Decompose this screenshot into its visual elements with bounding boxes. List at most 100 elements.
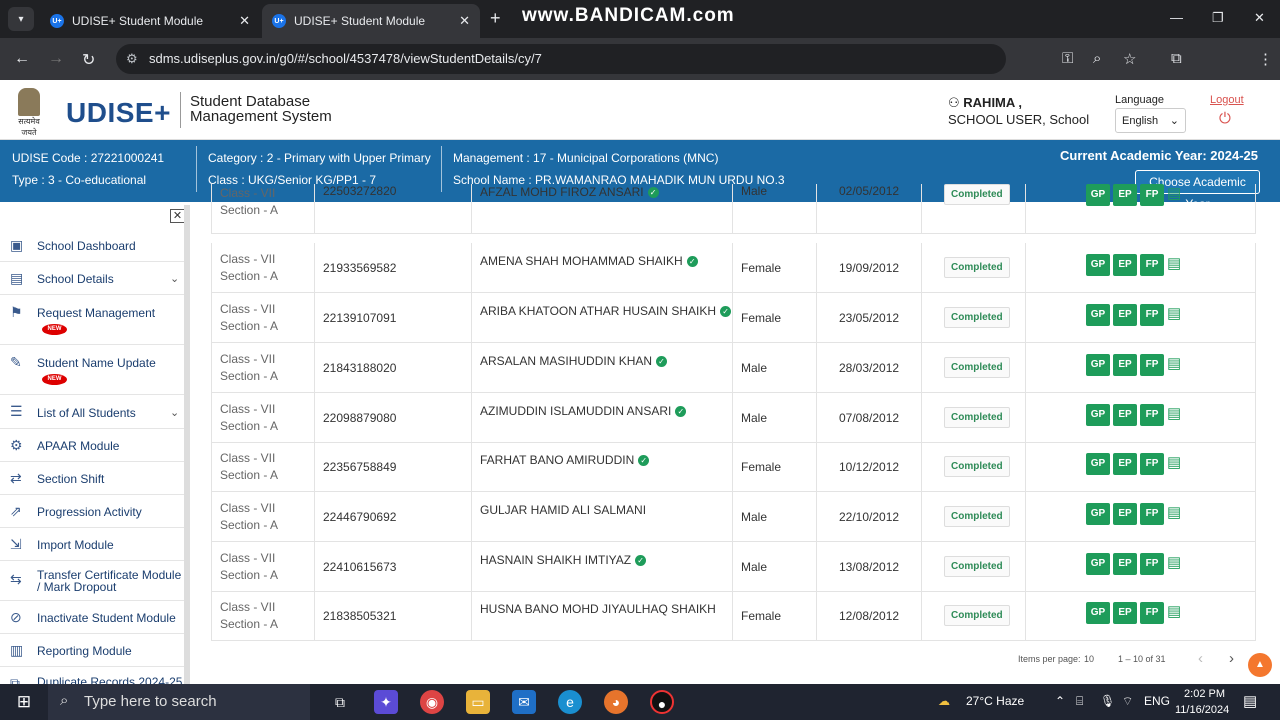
fp-button[interactable]: FP <box>1140 602 1164 624</box>
fp-button[interactable]: FP <box>1140 254 1164 276</box>
sidebar-item-reporting-module[interactable]: ▥ Reporting Module <box>0 634 184 667</box>
tab-close-icon[interactable]: ✕ <box>459 13 470 29</box>
ep-button[interactable]: EP <box>1113 404 1137 426</box>
document-view-icon[interactable]: ▤ <box>1167 503 1185 521</box>
ep-button[interactable]: EP <box>1113 304 1137 326</box>
url-field[interactable]: ⚙ sdms.udiseplus.gov.in/g0/#/school/4537… <box>116 44 1006 74</box>
pen-cell: 22446790692 <box>315 492 472 542</box>
gp-button[interactable]: GP <box>1086 404 1110 426</box>
gp-button[interactable]: GP <box>1086 354 1110 376</box>
wifi-icon[interactable]: ⌔ <box>1122 694 1133 709</box>
udise-logo[interactable]: UDISE+ <box>66 97 171 129</box>
ep-button[interactable]: EP <box>1113 553 1137 575</box>
restore-icon[interactable]: ❐ <box>1212 10 1224 26</box>
network-icon[interactable]: ⌸ <box>1076 694 1083 709</box>
ep-button[interactable]: EP <box>1113 254 1137 276</box>
gp-button[interactable]: GP <box>1086 184 1110 206</box>
gp-button[interactable]: GP <box>1086 602 1110 624</box>
document-view-icon[interactable]: ▤ <box>1167 184 1185 202</box>
power-icon[interactable]: ⏻ <box>1219 110 1231 127</box>
ep-button[interactable]: EP <box>1113 503 1137 525</box>
notifications-icon[interactable]: ▤ <box>1243 692 1257 710</box>
close-window-icon[interactable]: ✕ <box>1254 10 1265 26</box>
sidebar-item-progression-activity[interactable]: ⇗ Progression Activity <box>0 495 184 528</box>
fp-button[interactable]: FP <box>1140 304 1164 326</box>
sidebar-item-duplicate-records[interactable]: ⧉ Duplicate Records 2024-25 <box>0 667 184 685</box>
verified-check-icon: ✓ <box>686 256 698 267</box>
task-view-icon[interactable]: ⧉ <box>328 690 352 714</box>
next-page-icon[interactable]: › <box>1229 650 1234 667</box>
forward-icon[interactable]: → <box>48 50 64 68</box>
new-badge: NEW <box>42 374 67 385</box>
site-info-icon[interactable]: ⚙ <box>126 51 138 67</box>
fp-button[interactable]: FP <box>1140 404 1164 426</box>
microphone-icon[interactable]: 🎙 <box>1100 694 1115 708</box>
input-language[interactable]: ENG <box>1144 694 1170 708</box>
name-cell: HASNAIN SHAIKH IMTIYAZ ✓ <box>472 542 733 592</box>
sidebar-item-section-shift[interactable]: ⇄ Section Shift <box>0 462 184 495</box>
sidebar-item-transfer-certificate[interactable]: ⇆ Transfer Certificate Module / Mark Dro… <box>0 561 184 601</box>
sidebar-close-icon[interactable]: ✕ <box>170 209 184 223</box>
chrome-icon[interactable]: ◉ <box>420 690 444 714</box>
document-view-icon[interactable]: ▤ <box>1167 354 1185 372</box>
document-view-icon[interactable]: ▤ <box>1167 602 1185 620</box>
sidebar-item-student-name-update[interactable]: ✎ Student Name Update NEW <box>0 345 184 395</box>
ep-button[interactable]: EP <box>1113 184 1137 206</box>
star-icon[interactable]: ☆ <box>1123 50 1136 68</box>
weather-text[interactable]: 27°C Haze <box>966 694 1024 708</box>
gp-button[interactable]: GP <box>1086 453 1110 475</box>
chrome-menu-icon[interactable]: ⋮ <box>1258 50 1273 68</box>
sidebar-item-request-management[interactable]: ⚑ Request Management NEW <box>0 295 184 345</box>
language-select[interactable]: English ⌄ <box>1115 108 1186 133</box>
mail-icon[interactable]: ✉ <box>512 690 536 714</box>
gp-button[interactable]: GP <box>1086 553 1110 575</box>
back-icon[interactable]: ← <box>14 50 30 68</box>
ep-button[interactable]: EP <box>1113 453 1137 475</box>
document-view-icon[interactable]: ▤ <box>1167 304 1185 322</box>
new-tab-icon[interactable]: + <box>490 8 501 29</box>
sidebar-item-list-of-all-students[interactable]: ☰ List of All Students ⌄ <box>0 395 184 429</box>
sidebar-item-import-module[interactable]: ⇲ Import Module <box>0 528 184 561</box>
dob-cell: 28/03/2012 <box>817 343 922 393</box>
fp-button[interactable]: FP <box>1140 453 1164 475</box>
taskbar-search[interactable]: ⌕ Type here to search <box>48 684 310 720</box>
fp-button[interactable]: FP <box>1140 553 1164 575</box>
ep-button[interactable]: EP <box>1113 602 1137 624</box>
ep-button[interactable]: EP <box>1113 354 1137 376</box>
prev-page-icon[interactable]: ‹ <box>1198 650 1203 667</box>
file-explorer-icon[interactable]: ▭ <box>466 690 490 714</box>
taskbar-clock[interactable]: 2:02 PM 11/16/2024 <box>1175 686 1229 718</box>
copilot-icon[interactable]: ✦ <box>374 690 398 714</box>
edge-icon[interactable]: e <box>558 690 582 714</box>
browser-tab-1[interactable]: U+ UDISE+ Student Module ✕ <box>40 4 260 38</box>
extensions-icon[interactable]: ⧉ <box>1171 50 1182 67</box>
document-view-icon[interactable]: ▤ <box>1167 453 1185 471</box>
gp-button[interactable]: GP <box>1086 503 1110 525</box>
logout-link[interactable]: Logout <box>1210 94 1244 106</box>
sidebar-item-inactivate-student[interactable]: ⊘ Inactivate Student Module <box>0 601 184 634</box>
tab-close-icon[interactable]: ✕ <box>239 13 250 29</box>
firefox-icon[interactable]: ◕ <box>604 690 628 714</box>
sidebar-item-school-details[interactable]: ▤ School Details ⌄ <box>0 262 184 295</box>
document-view-icon[interactable]: ▤ <box>1167 553 1185 571</box>
browser-tab-2[interactable]: U+ UDISE+ Student Module ✕ <box>262 4 480 38</box>
key-icon[interactable]: ⚿ <box>1062 50 1073 67</box>
items-per-page-select[interactable]: 10 <box>1084 654 1094 664</box>
reload-icon[interactable]: ↻ <box>82 50 95 70</box>
zoom-icon[interactable]: ⌕ <box>1093 50 1101 67</box>
sidebar-item-school-dashboard[interactable]: ▣ School Dashboard <box>0 229 184 262</box>
tray-chevron-icon[interactable]: ⌃ <box>1055 694 1065 708</box>
gp-button[interactable]: GP <box>1086 304 1110 326</box>
document-view-icon[interactable]: ▤ <box>1167 404 1185 422</box>
sidebar-item-apaar-module[interactable]: ⚙ APAAR Module <box>0 429 184 462</box>
scroll-top-icon[interactable]: ▲ <box>1248 653 1272 677</box>
minimize-icon[interactable]: — <box>1170 10 1183 25</box>
fp-button[interactable]: FP <box>1140 354 1164 376</box>
windows-start-icon[interactable]: ⊞ <box>12 690 36 714</box>
fp-button[interactable]: FP <box>1140 503 1164 525</box>
fp-button[interactable]: FP <box>1140 184 1164 206</box>
gp-button[interactable]: GP <box>1086 254 1110 276</box>
document-view-icon[interactable]: ▤ <box>1167 254 1185 272</box>
tab-search-button[interactable]: ▾ <box>8 7 34 31</box>
bandicam-icon[interactable]: ● <box>650 690 674 714</box>
